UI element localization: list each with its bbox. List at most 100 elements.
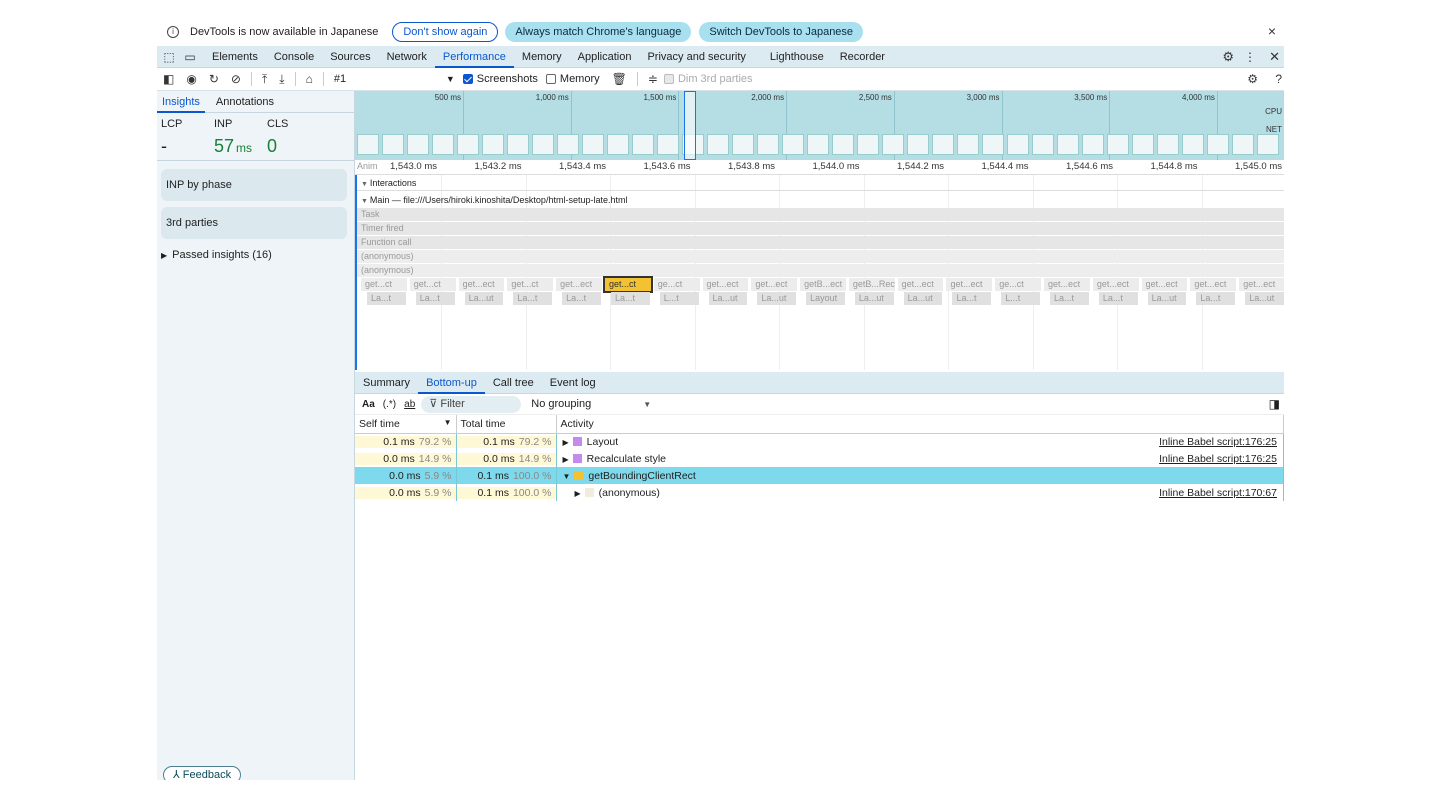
inp-by-phase-card[interactable]: INP by phase — [161, 169, 347, 201]
flame-chart[interactable]: ▼ Interactions ▼ Main — file:///Users/hi… — [355, 175, 1284, 370]
flame-get-bounding-rect-bar[interactable]: get...ect — [1141, 278, 1188, 291]
screenshot-thumbnail[interactable] — [1032, 134, 1054, 155]
screenshot-thumbnail[interactable] — [557, 134, 579, 155]
screenshot-thumbnail[interactable] — [782, 134, 804, 155]
total-time-header[interactable]: Total time — [456, 415, 557, 434]
whole-word-button[interactable]: ab — [404, 399, 415, 410]
screenshot-thumbnail[interactable] — [532, 134, 554, 155]
flame-layout-bar[interactable]: La...t — [1098, 292, 1138, 305]
flame-get-bounding-rect-bar[interactable]: get...ect — [556, 278, 602, 291]
expand-arrow-icon[interactable]: ▶ — [563, 438, 569, 447]
tab-call-tree[interactable]: Call tree — [485, 372, 542, 394]
overview-selection-window[interactable] — [684, 91, 696, 160]
flame-layout-bar[interactable]: La...t — [367, 292, 406, 305]
screenshot-thumbnail[interactable] — [1007, 134, 1029, 155]
flame-function-call-bar[interactable]: Function call — [357, 236, 1284, 249]
third-parties-card[interactable]: 3rd parties — [161, 207, 347, 239]
upload-icon[interactable]: ⤒ — [262, 72, 267, 87]
main-track-header[interactable]: ▼ Main — file:///Users/hiroki.kinoshita/… — [361, 195, 627, 205]
tab-network[interactable]: Network — [379, 46, 435, 68]
flame-get-bounding-rect-bar[interactable]: get...ect — [1190, 278, 1237, 291]
tab-annotations[interactable]: Annotations — [211, 91, 279, 113]
flame-get-bounding-rect-bar[interactable]: ge...ct — [995, 278, 1042, 291]
tab-memory[interactable]: Memory — [514, 46, 570, 68]
close-icon[interactable]: × — [1268, 23, 1276, 39]
more-options-icon[interactable]: ⋮ — [1244, 50, 1256, 64]
match-case-button[interactable]: Aa — [362, 399, 375, 410]
flame-get-bounding-rect-bar[interactable]: get...ect — [946, 278, 993, 291]
screenshots-checkbox[interactable] — [462, 74, 473, 84]
flame-get-bounding-rect-bar[interactable]: ge...ct — [653, 278, 700, 291]
flame-anonymous-bar[interactable]: (anonymous) — [357, 250, 1284, 263]
screenshot-thumbnail[interactable] — [932, 134, 954, 155]
feedback-button[interactable]: ⅄ Feedback — [163, 766, 242, 780]
flame-layout-bar[interactable]: La...ut — [757, 292, 797, 305]
flame-layout-bar[interactable]: La...t — [415, 292, 455, 305]
tab-recorder[interactable]: Recorder — [832, 46, 893, 68]
self-time-header[interactable]: Self time ▼ — [355, 415, 457, 434]
screenshot-thumbnail[interactable] — [482, 134, 504, 155]
screenshot-thumbnail[interactable] — [507, 134, 529, 155]
tab-application[interactable]: Application — [570, 46, 640, 68]
screenshot-thumbnail[interactable] — [732, 134, 754, 155]
flame-layout-bar[interactable]: La...ut — [1245, 292, 1284, 305]
flame-layout-bar[interactable]: L...t — [659, 292, 699, 305]
flame-layout-bar[interactable]: La...ut — [1147, 292, 1187, 305]
inspect-element-icon[interactable]: ⬚ — [162, 50, 176, 64]
flame-get-bounding-rect-bar[interactable]: getB...Rect — [848, 278, 895, 291]
screenshot-thumbnail[interactable] — [832, 134, 854, 155]
flame-layout-bar[interactable]: La...ut — [903, 292, 943, 305]
table-row[interactable]: 0.1 ms 79.2 % 0.1 ms 79.2 % ▶ Layout Inline … — [355, 433, 1284, 450]
screenshot-thumbnail[interactable] — [1082, 134, 1104, 155]
flame-layout-bar[interactable]: La...t — [513, 292, 553, 305]
help-icon[interactable]: ? — [1275, 72, 1282, 86]
table-row[interactable]: 0.0 ms 5.9 % 0.1 ms 100.0 % ▼ getBoundingCl… — [355, 467, 1284, 484]
regex-button[interactable]: (.*) — [383, 399, 396, 410]
screenshot-thumbnail[interactable] — [607, 134, 629, 155]
screenshot-thumbnail[interactable] — [632, 134, 654, 155]
flame-layout-bar[interactable]: La...t — [1050, 292, 1089, 305]
flame-layout-bar[interactable]: L...t — [1001, 292, 1041, 305]
tab-bottom-up[interactable]: Bottom-up — [418, 372, 485, 394]
screenshot-thumbnail[interactable] — [757, 134, 779, 155]
chevron-down-icon[interactable]: ▼ — [643, 400, 651, 409]
flame-task-bar[interactable]: Task — [357, 208, 1284, 221]
table-row[interactable]: 0.0 ms 14.9 % 0.0 ms 14.9 % ▶ Recalculate s… — [355, 450, 1284, 467]
clear-icon[interactable]: ⊘ — [231, 72, 241, 86]
screenshot-thumbnail[interactable] — [1257, 134, 1279, 155]
screenshot-thumbnail[interactable] — [457, 134, 479, 155]
tab-elements[interactable]: Elements — [204, 46, 266, 68]
grouping-select[interactable]: No grouping — [531, 398, 643, 410]
screenshot-thumbnail[interactable] — [857, 134, 879, 155]
source-link[interactable]: Inline Babel script:170:67 — [1159, 487, 1283, 499]
flame-get-bounding-rect-bar[interactable]: get...ect — [751, 278, 798, 291]
dont-show-again-button[interactable]: Don't show again — [392, 22, 499, 42]
flame-anonymous-bar[interactable]: (anonymous) — [357, 264, 1284, 277]
flame-get-bounding-rect-bar[interactable]: get...ct — [507, 278, 554, 291]
screenshot-thumbnail[interactable] — [1057, 134, 1079, 155]
flame-layout-bar[interactable]: La...t — [1196, 292, 1236, 305]
flame-get-bounding-rect-bar[interactable]: get...ect — [1044, 278, 1090, 291]
interactions-track-header[interactable]: ▼ Interactions — [361, 178, 416, 188]
screenshot-thumbnail[interactable] — [907, 134, 929, 155]
screenshot-thumbnail[interactable] — [957, 134, 979, 155]
source-link[interactable]: Inline Babel script:176:25 — [1159, 453, 1283, 465]
switch-to-japanese-button[interactable]: Switch DevTools to Japanese — [699, 22, 864, 42]
filter-input[interactable]: ⊽ Filter — [421, 395, 522, 413]
flame-get-bounding-rect-bar[interactable]: get...ect — [1092, 278, 1139, 291]
flame-get-bounding-rect-bar[interactable]: get...ct — [409, 278, 456, 291]
tab-performance[interactable]: Performance — [434, 46, 514, 68]
activity-header[interactable]: Activity — [556, 415, 1284, 434]
expand-arrow-icon[interactable]: ▶ — [563, 455, 569, 464]
screenshot-thumbnail[interactable] — [1232, 134, 1254, 155]
flame-get-bounding-rect-bar[interactable]: get...ct — [361, 278, 407, 291]
screenshot-thumbnail[interactable] — [882, 134, 904, 155]
screenshot-thumbnail[interactable] — [582, 134, 604, 155]
screenshot-thumbnail[interactable] — [382, 134, 404, 155]
flame-get-bounding-rect-bar[interactable]: get...ect — [1239, 278, 1284, 291]
tab-console[interactable]: Console — [266, 46, 322, 68]
close-devtools-icon[interactable]: ✕ — [1269, 49, 1280, 65]
source-link[interactable]: Inline Babel script:176:25 — [1159, 436, 1283, 448]
screenshot-thumbnail[interactable] — [1207, 134, 1229, 155]
flame-layout-bar[interactable]: La...t — [952, 292, 992, 305]
